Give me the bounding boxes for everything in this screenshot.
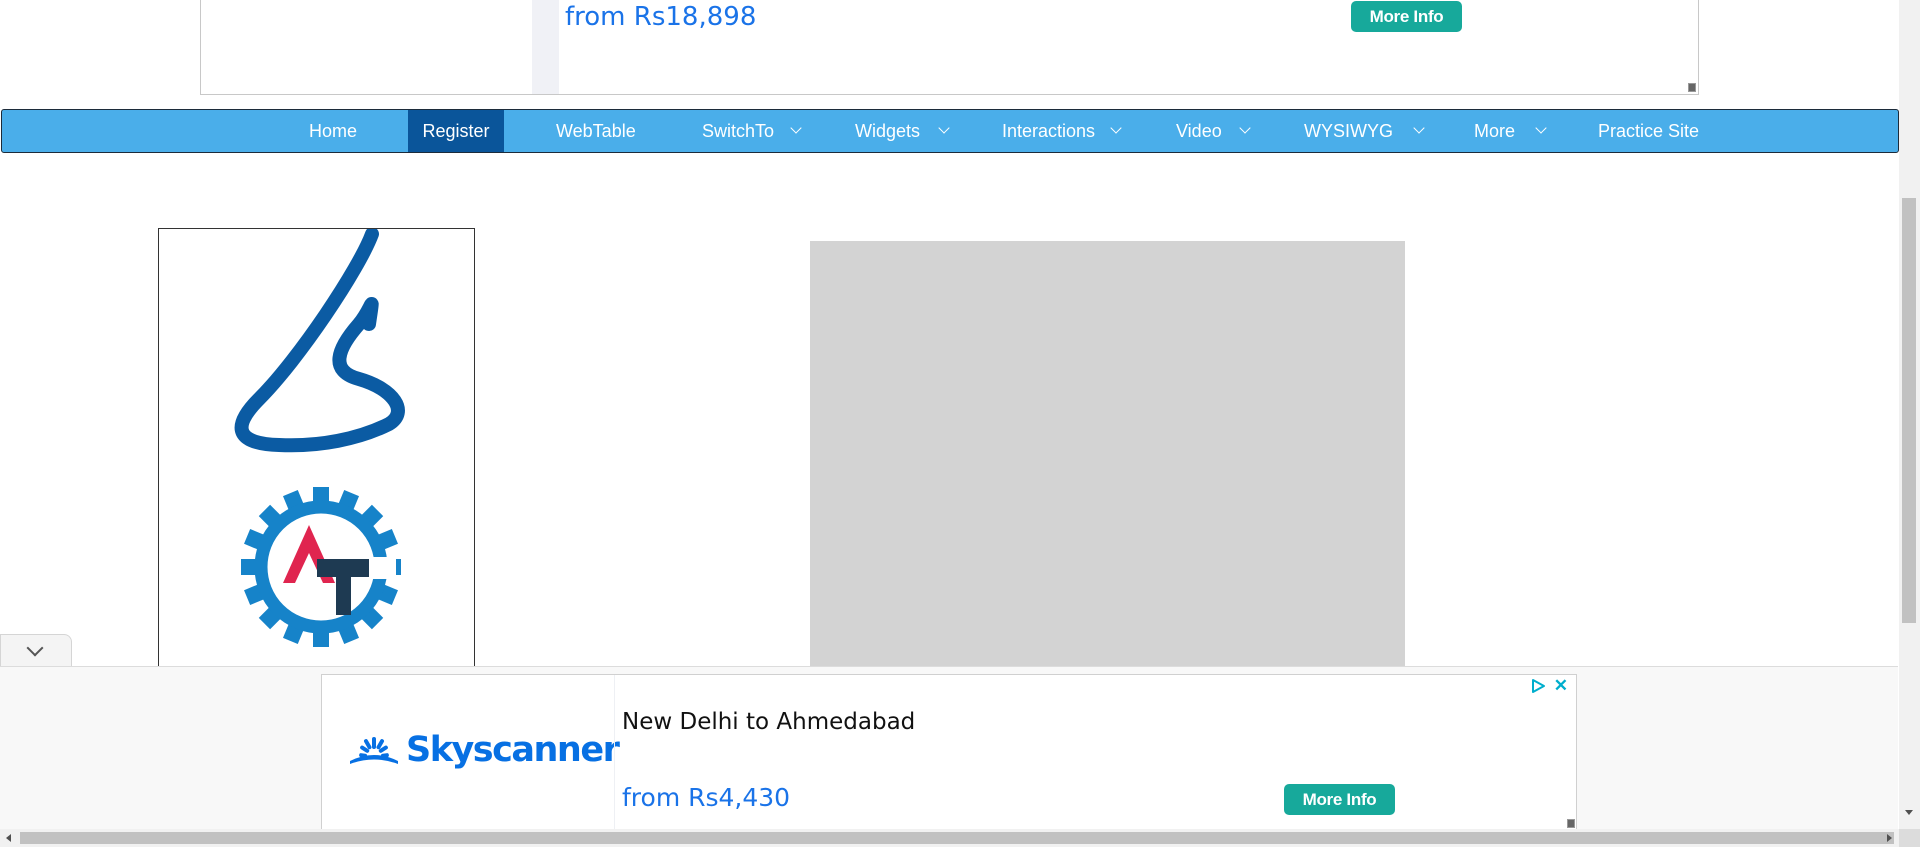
nav-home[interactable]: Home xyxy=(309,110,357,152)
scroll-right-arrow-icon[interactable] xyxy=(1887,834,1892,842)
horizontal-scroll-thumb[interactable] xyxy=(20,832,1894,844)
scrollbar-corner xyxy=(1899,829,1920,847)
close-icon[interactable]: ✕ xyxy=(1554,676,1568,696)
top-ad-more-info-button[interactable]: More Info xyxy=(1351,1,1462,32)
vertical-scrollbar[interactable] xyxy=(1899,0,1920,829)
ad-divider xyxy=(532,0,559,94)
top-ad-price: from Rs18,898 xyxy=(565,2,757,32)
nav-switchto[interactable]: SwitchTo xyxy=(702,110,807,152)
ad-divider xyxy=(614,675,615,829)
nav-wysiwyg[interactable]: WYSIWYG xyxy=(1304,110,1425,152)
ad-placeholder xyxy=(810,241,1405,667)
skyscanner-brand-text: Skyscanner xyxy=(406,730,620,770)
nav-wysiwyg-label: WYSIWYG xyxy=(1304,121,1393,141)
nav-interactions[interactable]: Interactions xyxy=(1002,110,1127,152)
logo-image xyxy=(234,229,405,647)
nav-register[interactable]: Register xyxy=(408,110,504,152)
site-logo xyxy=(158,228,475,668)
collapse-ad-button[interactable] xyxy=(0,634,72,666)
chevron-down-icon xyxy=(1110,122,1122,134)
chevron-down-icon xyxy=(26,639,44,657)
nav-video-label: Video xyxy=(1176,121,1222,141)
more-info-button[interactable]: More Info xyxy=(1284,784,1395,815)
top-ad-banner[interactable]: from Rs18,898 More Info xyxy=(200,0,1699,95)
skyscanner-ad[interactable]: Skyscanner New Delhi to Ahmedabad from R… xyxy=(321,674,1577,830)
gear-icon xyxy=(241,487,401,647)
chevron-down-icon xyxy=(1239,122,1251,134)
nav-webtable[interactable]: WebTable xyxy=(556,110,636,152)
nav-webtable-label: WebTable xyxy=(556,121,636,141)
ad-title: New Delhi to Ahmedabad xyxy=(622,709,916,735)
sticky-ad-bar: Skyscanner New Delhi to Ahmedabad from R… xyxy=(0,666,1898,830)
sunburst-icon xyxy=(350,737,398,764)
scroll-down-arrow-icon[interactable] xyxy=(1905,810,1913,815)
vertical-scroll-thumb[interactable] xyxy=(1902,198,1916,623)
nav-video[interactable]: Video xyxy=(1176,110,1256,152)
chevron-down-icon xyxy=(1413,122,1425,134)
nav-interactions-label: Interactions xyxy=(1002,121,1096,141)
skyscanner-logo: Skyscanner xyxy=(348,730,620,770)
nav-home-label: Home xyxy=(309,121,358,141)
nav-widgets[interactable]: Widgets xyxy=(855,110,955,152)
chevron-down-icon xyxy=(790,122,802,134)
chevron-down-icon xyxy=(938,122,950,134)
nav-switchto-label: SwitchTo xyxy=(702,121,775,141)
nav-practice-site-label: Practice Site xyxy=(1598,121,1700,141)
nav-widgets-label: Widgets xyxy=(855,121,921,141)
main-navbar: Home Register WebTable SwitchTo Widgets … xyxy=(1,109,1899,153)
scroll-left-arrow-icon[interactable] xyxy=(6,834,11,842)
nav-practice-site[interactable]: Practice Site xyxy=(1598,110,1699,152)
ad-resize-handle xyxy=(1688,83,1696,92)
nav-more-label: More xyxy=(1474,121,1516,141)
nav-more[interactable]: More xyxy=(1474,110,1554,152)
logo-s-shape xyxy=(234,229,405,453)
nav-register-label: Register xyxy=(422,121,490,141)
ad-price: from Rs4,430 xyxy=(622,783,791,812)
horizontal-scrollbar[interactable] xyxy=(0,829,1920,847)
ad-resize-handle xyxy=(1567,819,1575,828)
chevron-down-icon xyxy=(1535,122,1547,134)
ad-choices-icon[interactable] xyxy=(1530,678,1546,694)
